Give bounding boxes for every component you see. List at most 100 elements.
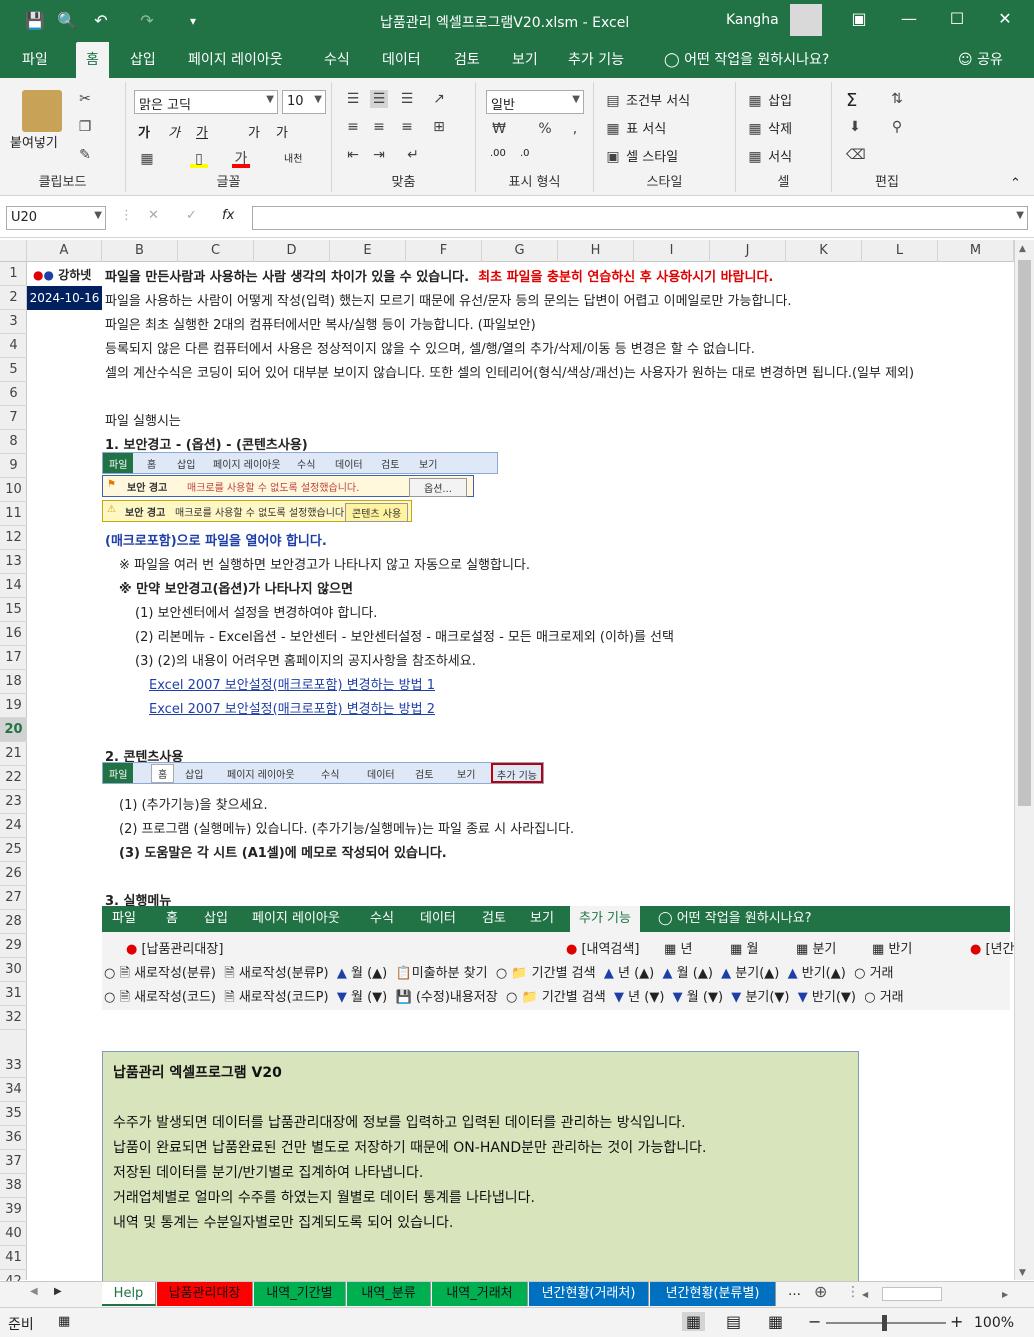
cell-styles-button[interactable]: ▣ 셀 스타일 <box>604 146 678 166</box>
zoom-level[interactable]: 100% <box>974 1315 1014 1331</box>
info-textbox[interactable]: 납품관리 엑셀프로그램 V20 수주가 발생되면 데이터를 납품관리대장에 정보… <box>102 1051 859 1283</box>
column-header[interactable]: C <box>178 240 254 262</box>
zoom-in-icon[interactable]: + <box>950 1312 963 1331</box>
font-size-select[interactable]: 10 ▼ <box>282 90 326 114</box>
decrease-indent-icon[interactable]: ⇤ <box>344 146 362 164</box>
copy-icon[interactable]: ❐ <box>76 118 94 136</box>
row-header[interactable]: 15 <box>0 598 27 622</box>
name-box[interactable]: U20 ▼ <box>6 206 106 230</box>
tab-formulas[interactable]: 수식 <box>314 42 360 78</box>
delete-cells-button[interactable]: ▦ 삭제 <box>746 118 792 138</box>
minimize-icon[interactable]: — <box>886 0 932 38</box>
row-header[interactable]: 17 <box>0 646 27 670</box>
bold-icon[interactable]: 가 <box>138 122 150 141</box>
tab-data[interactable]: 데이터 <box>372 42 431 78</box>
sort-filter-icon[interactable]: ⇅ <box>888 90 906 108</box>
row-header[interactable]: 38 <box>0 1174 27 1198</box>
macro-record-icon[interactable]: ▦ <box>58 1314 70 1329</box>
paste-button[interactable]: 붙여넣기 <box>10 132 58 151</box>
row-header[interactable]: 26 <box>0 862 27 886</box>
row-header[interactable]: 13 <box>0 550 27 574</box>
clear-icon[interactable]: ⌫ <box>846 146 866 164</box>
row-header[interactable]: 31 <box>0 982 27 1006</box>
align-center-icon[interactable]: ≡ <box>370 118 388 136</box>
select-all-corner[interactable] <box>0 240 27 262</box>
row-header[interactable]: 39 <box>0 1198 27 1222</box>
column-header[interactable]: A <box>27 240 102 262</box>
tab-page-layout[interactable]: 페이지 레이아웃 <box>178 42 293 78</box>
conditional-formatting-button[interactable]: ▤ 조건부 서식 <box>604 90 690 110</box>
sheet-tab[interactable]: 년간현황(분류별) <box>650 1282 776 1306</box>
row-header[interactable]: 18 <box>0 670 27 694</box>
merge-center-icon[interactable]: ⊞ <box>430 118 448 136</box>
column-header[interactable]: H <box>558 240 634 262</box>
row-header[interactable]: 19 <box>0 694 27 718</box>
wrap-text-icon[interactable]: ↵ <box>404 146 422 164</box>
column-header[interactable]: K <box>786 240 862 262</box>
print-preview-icon[interactable]: 🔍 <box>54 8 80 34</box>
customize-qat-icon[interactable]: ▾ <box>180 8 206 34</box>
autosum-icon[interactable]: Σ <box>846 90 857 111</box>
enter-icon[interactable]: ✓ <box>186 208 197 223</box>
row-header[interactable]: 9 <box>0 454 27 478</box>
row-header[interactable]: 28 <box>0 910 27 934</box>
maximize-icon[interactable]: ☐ <box>934 0 980 38</box>
zoom-out-icon[interactable]: − <box>808 1312 821 1331</box>
fill-color-icon[interactable]: ▯ <box>190 150 208 168</box>
row-header[interactable]: 34 <box>0 1078 27 1102</box>
decrease-decimal-icon[interactable]: .0 <box>520 148 530 159</box>
insert-cells-button[interactable]: ▦ 삽입 <box>746 90 792 110</box>
border-icon[interactable]: ▦ <box>138 150 156 168</box>
row-header[interactable]: 1 <box>0 262 27 286</box>
row-header[interactable]: 4 <box>0 334 27 358</box>
row-header[interactable]: 22 <box>0 766 27 790</box>
row-header[interactable]: 32 <box>0 1006 27 1030</box>
fill-icon[interactable]: ⬇ <box>846 118 864 136</box>
page-break-view-icon[interactable]: ▦ <box>768 1312 783 1331</box>
avatar[interactable] <box>790 4 822 36</box>
collapse-ribbon-icon[interactable]: ⌃ <box>1010 176 1021 191</box>
save-icon[interactable]: 💾 <box>22 8 48 34</box>
ribbon-display-icon[interactable]: ▣ <box>836 0 882 38</box>
increase-decimal-icon[interactable]: .00 <box>490 148 506 159</box>
format-painter-icon[interactable]: ✎ <box>76 146 94 164</box>
row-header[interactable]: 21 <box>0 742 27 766</box>
scroll-down-icon[interactable]: ▼ <box>1019 1268 1026 1278</box>
normal-view-icon[interactable]: ▦ <box>682 1312 706 1331</box>
prev-sheet-icon[interactable]: ◀ <box>30 1286 38 1297</box>
tell-me-search[interactable]: ◯ 어떤 작업을 원하시나요? <box>654 42 839 78</box>
comma-icon[interactable]: , <box>566 120 584 138</box>
row-header[interactable]: 36 <box>0 1126 27 1150</box>
row-header[interactable]: 7 <box>0 406 27 430</box>
scroll-left-icon[interactable]: ◀ <box>862 1290 868 1299</box>
increase-indent-icon[interactable]: ⇥ <box>370 146 388 164</box>
scroll-thumb[interactable] <box>1018 260 1031 806</box>
row-header[interactable]: 6 <box>0 382 27 406</box>
currency-icon[interactable]: ₩ <box>490 120 508 138</box>
sheet-tab[interactable]: 년간현황(거래처) <box>529 1282 649 1306</box>
row-header[interactable]: 11 <box>0 502 27 526</box>
column-header[interactable]: L <box>862 240 938 262</box>
row-header[interactable]: 2 <box>0 286 27 310</box>
undo-icon[interactable]: ↶ <box>88 8 114 34</box>
cut-icon[interactable]: ✂ <box>76 90 94 108</box>
orientation-icon[interactable]: ↗ <box>430 90 448 108</box>
align-middle-icon[interactable]: ☰ <box>370 90 388 108</box>
tab-split-icon[interactable]: ⋮ <box>846 1284 860 1300</box>
tab-insert[interactable]: 삽입 <box>120 42 166 78</box>
italic-icon[interactable]: 가 <box>168 122 180 141</box>
row-header[interactable]: 33 <box>0 1054 27 1078</box>
column-header[interactable]: B <box>102 240 178 262</box>
row-header[interactable]: 10 <box>0 478 27 502</box>
redo-icon[interactable]: ↷ <box>134 8 160 34</box>
row-header[interactable]: 37 <box>0 1150 27 1174</box>
tab-addins[interactable]: 추가 기능 <box>558 42 634 78</box>
format-as-table-button[interactable]: ▦ 표 서식 <box>604 118 666 138</box>
page-layout-view-icon[interactable]: ▤ <box>726 1312 741 1331</box>
scroll-up-icon[interactable]: ▲ <box>1019 244 1026 254</box>
row-header-selected[interactable]: 20 <box>0 718 27 742</box>
tab-view[interactable]: 보기 <box>502 42 548 78</box>
date-cell[interactable]: 2024-10-16 <box>27 286 102 310</box>
column-header[interactable]: M <box>938 240 1014 262</box>
cancel-icon[interactable]: ✕ <box>148 208 159 223</box>
